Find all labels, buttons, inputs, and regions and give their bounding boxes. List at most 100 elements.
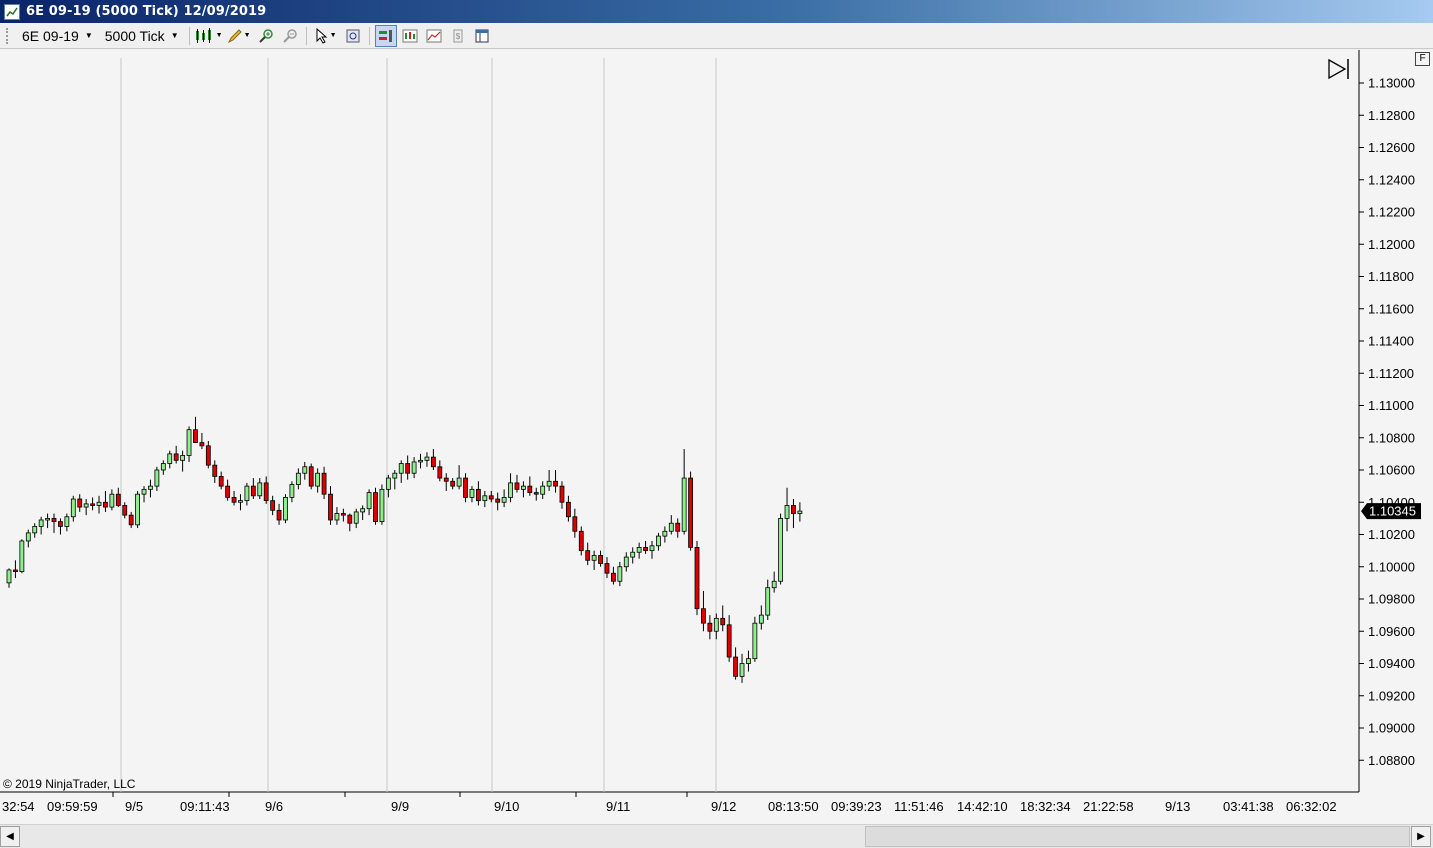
candle-up	[283, 497, 288, 521]
candle-up	[392, 472, 398, 479]
candle-up	[591, 555, 597, 561]
candle-down	[488, 495, 494, 500]
price-tick-label: 1.11200	[1368, 366, 1414, 381]
strategies-button[interactable]	[423, 25, 445, 47]
candlestick-chart[interactable]: 1.13000 1.12800 1.12600 1.12400 1.12200 1.120…	[0, 50, 1433, 824]
price-tick-label: 1.11600	[1368, 301, 1414, 316]
candle-down	[527, 485, 533, 493]
interval-selector[interactable]: 5000 Tick ▼	[99, 25, 185, 47]
candle-up	[656, 535, 661, 547]
candle-down	[58, 521, 63, 527]
candle-down	[701, 608, 706, 624]
instrument-selector[interactable]: 6E 09-19 ▼	[16, 25, 99, 47]
zoom-out-icon	[282, 28, 297, 43]
chart-panel[interactable]: 1.13000 1.12800 1.12600 1.12400 1.12200 1.120…	[0, 50, 1433, 824]
indicators-button[interactable]	[399, 25, 421, 47]
pointer-button[interactable]: ▼	[312, 25, 340, 47]
candle-up	[238, 500, 243, 503]
candle-down	[694, 546, 700, 610]
candle-down	[405, 463, 411, 474]
candle-up	[681, 477, 687, 532]
scroll-to-end-icon[interactable]	[1327, 58, 1351, 80]
candle-up	[521, 485, 526, 490]
candle-down	[115, 493, 121, 506]
candle-up	[778, 517, 783, 582]
panel-float-button[interactable]: F	[1415, 52, 1430, 66]
candle-up	[295, 472, 301, 485]
candle-down	[450, 480, 456, 487]
properties-button[interactable]	[342, 25, 364, 47]
time-tick-label: 14:42:10	[957, 799, 1008, 814]
candle-down	[598, 555, 603, 564]
scroll-left-button[interactable]: ◀	[0, 826, 20, 847]
scroll-right-button[interactable]: ▶	[1411, 826, 1431, 847]
properties-icon	[346, 29, 360, 42]
price-tick-label: 1.11400	[1368, 334, 1414, 349]
candle-up	[617, 566, 623, 582]
split-panel-button[interactable]	[471, 25, 493, 47]
candle-up	[45, 517, 50, 521]
zoom-in-button[interactable]	[255, 25, 277, 47]
chart-app-icon	[4, 3, 20, 20]
candle-up	[713, 617, 719, 632]
candle-up	[501, 497, 507, 503]
candle-up	[38, 519, 44, 527]
price-tick-label: 1.10600	[1368, 463, 1415, 478]
candle-down	[128, 514, 134, 526]
candle-down	[103, 501, 108, 508]
candle-up	[19, 540, 25, 572]
scroll-thumb[interactable]	[865, 826, 1410, 847]
time-tick-label: 11:51:46	[894, 799, 944, 814]
interval-label: 5000 Tick	[104, 27, 165, 44]
toolbar-separator	[305, 26, 307, 45]
candle-up	[180, 455, 186, 461]
candle-down	[585, 550, 591, 561]
horizontal-scrollbar[interactable]: ◀ ▶	[0, 824, 1433, 848]
candle-up	[668, 522, 674, 532]
price-tick-label: 1.12600	[1368, 140, 1415, 155]
time-tick-label: 08:13:50	[768, 799, 819, 814]
candle-down	[308, 466, 314, 487]
candle-down	[463, 477, 468, 498]
price-tick-label: 1.12000	[1368, 237, 1415, 252]
candle-up	[160, 463, 166, 471]
candle-down	[688, 477, 693, 548]
candle-down	[559, 485, 565, 503]
candle-down	[437, 466, 443, 479]
time-tick-label: 18:32:34	[1020, 799, 1071, 814]
candle-down	[328, 493, 333, 521]
strategies-icon	[426, 29, 442, 42]
data-box-button[interactable]: $	[447, 25, 469, 47]
indicators-icon	[402, 29, 418, 42]
candle-up	[186, 429, 192, 456]
window-title: 6E 09-19 (5000 Tick) 12/09/2019	[26, 4, 267, 19]
candle-up	[797, 510, 803, 514]
candle-up	[154, 469, 160, 487]
instrument-label: 6E 09-19	[22, 27, 79, 44]
zoom-out-button[interactable]	[279, 25, 301, 47]
candle-up	[758, 614, 764, 624]
candle-down	[533, 492, 539, 495]
time-tick-label: 9/11	[606, 799, 630, 814]
candle-down	[173, 453, 179, 461]
toolbar-grip[interactable]	[6, 27, 10, 44]
chart-trader-button[interactable]	[374, 24, 397, 47]
candle-up	[70, 498, 76, 518]
candle-up	[257, 482, 263, 497]
candle-up	[96, 501, 102, 506]
time-tick-label: 9/10	[494, 799, 519, 814]
bar-style-button[interactable]: ▼	[195, 25, 223, 47]
time-tick-label: 32:54	[2, 799, 35, 814]
candle-down	[218, 476, 224, 487]
candle-up	[784, 505, 790, 519]
price-tick-label: 1.08800	[1368, 753, 1415, 768]
draw-tool-button[interactable]: ▼	[225, 25, 253, 47]
candle-up	[366, 492, 372, 510]
candle-up	[83, 503, 89, 508]
candle-up	[411, 461, 417, 474]
candle-down	[193, 429, 198, 443]
copyright-text: © 2019 NinjaTrader, LLC	[3, 777, 136, 791]
toolbar-separator	[188, 26, 190, 45]
price-tick-label: 1.12200	[1368, 205, 1415, 220]
toolbar-separator	[368, 26, 370, 45]
